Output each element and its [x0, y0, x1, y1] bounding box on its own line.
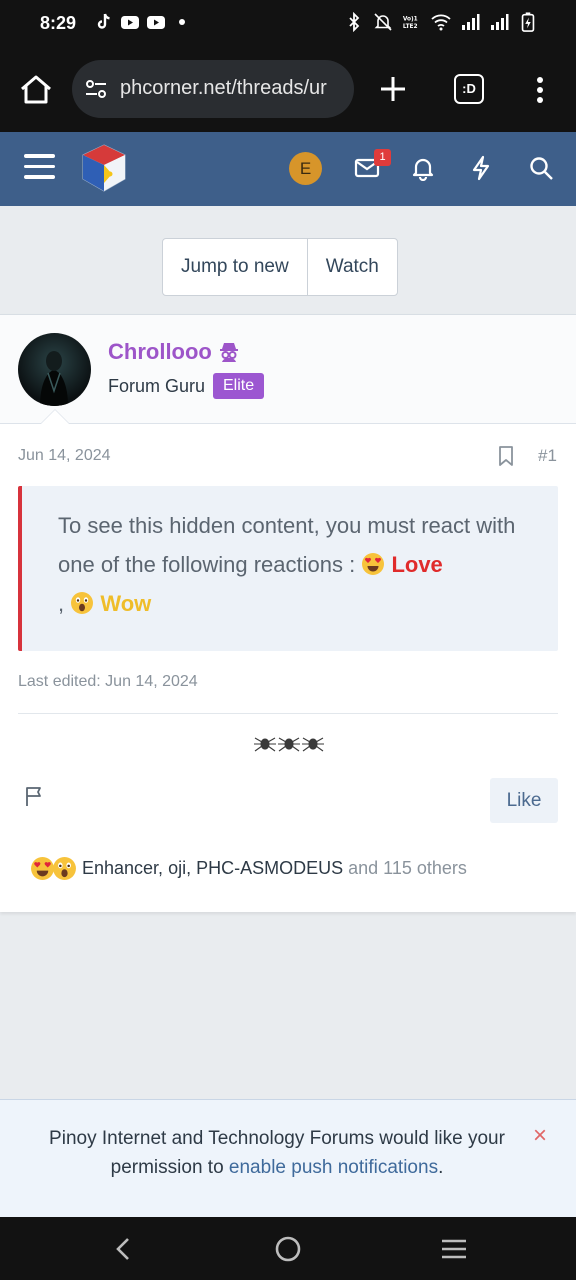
svg-text:LTE2: LTE2	[403, 24, 418, 30]
push-notification-banner: Pinoy Internet and Technology Forums wou…	[0, 1099, 576, 1217]
recents-icon[interactable]	[440, 1235, 468, 1263]
signature-divider	[18, 713, 558, 714]
back-icon[interactable]	[110, 1235, 138, 1263]
battery-charging-icon	[521, 12, 535, 32]
spiders-signature	[254, 737, 324, 752]
bookmark-icon[interactable]	[496, 445, 516, 467]
youtube-icon	[147, 16, 165, 29]
url-text[interactable]: phcorner.net/threads/ur	[120, 77, 327, 100]
bell-icon[interactable]	[410, 155, 436, 181]
lightning-icon[interactable]	[468, 155, 494, 181]
more-options-icon[interactable]	[528, 74, 552, 106]
hidden-content-notice: To see this hidden content, you must rea…	[18, 486, 558, 651]
post-date[interactable]: Jun 14, 2024	[18, 447, 111, 465]
reactions-summary[interactable]: Enhancer, oji, PHC-ASMODEUS and 115 othe…	[30, 854, 467, 882]
love-reaction-label: Love	[391, 552, 443, 577]
wow-reaction-label: Wow	[100, 591, 152, 616]
report-flag-icon[interactable]	[24, 785, 46, 807]
post-user-bar: Chrollooo Forum Guru Elite	[0, 315, 576, 424]
post: Chrollooo Forum Guru Elite Jun 14, 2024 …	[0, 314, 576, 912]
hidden-notice-text: To see this hidden content, you must rea…	[58, 513, 516, 577]
status-time: 8:29	[40, 13, 77, 33]
user-bar-arrow	[40, 409, 70, 424]
site-logo[interactable]	[78, 142, 130, 194]
poster-username[interactable]: Chrollooo	[108, 339, 240, 365]
post-number[interactable]: #1	[538, 446, 557, 466]
close-icon[interactable]: ×	[533, 1124, 547, 1148]
status-bar: 8:29 Vo)1 LTE2	[0, 0, 576, 48]
spy-icon	[220, 343, 238, 362]
wow-emoji-icon	[53, 856, 76, 880]
like-button[interactable]: Like	[490, 778, 558, 823]
address-bar[interactable]: phcorner.net/threads/ur	[72, 60, 354, 118]
love-emoji-icon	[362, 553, 385, 575]
bluetooth-icon	[349, 12, 360, 32]
menu-icon[interactable]	[24, 154, 55, 182]
reacted-others[interactable]: and 115 others	[348, 858, 467, 878]
watch-button[interactable]: Watch	[306, 239, 397, 295]
signal-icon	[491, 14, 509, 30]
svg-text:Vo)1: Vo)1	[403, 16, 418, 22]
home-nav-icon[interactable]	[274, 1235, 302, 1263]
system-nav-bar	[0, 1217, 576, 1280]
wow-emoji-icon	[71, 592, 94, 614]
push-banner-period: .	[438, 1157, 444, 1178]
reaction-emojis	[30, 856, 76, 881]
volte-icon: Vo)1 LTE2	[403, 16, 418, 30]
system-icons: Vo)1 LTE2	[344, 12, 538, 32]
dot-icon	[179, 19, 185, 25]
new-tab-icon[interactable]	[378, 72, 408, 106]
user-avatar[interactable]: E	[289, 152, 322, 185]
poster-avatar-image	[40, 351, 68, 406]
mute-icon	[374, 13, 392, 31]
notification-icons	[94, 12, 192, 32]
wifi-icon	[431, 14, 451, 31]
browser-toolbar: phcorner.net/threads/ur :D	[0, 48, 576, 132]
search-icon[interactable]	[528, 155, 554, 181]
site-settings-icon[interactable]	[84, 77, 108, 101]
thread-actions: Jump to new Watch	[162, 238, 398, 296]
inbox-badge: 1	[374, 149, 391, 166]
poster-avatar[interactable]	[18, 333, 91, 406]
reacted-users[interactable]: Enhancer, oji, PHC-ASMODEUS	[82, 858, 343, 878]
jump-to-new-button[interactable]: Jump to new	[163, 239, 307, 295]
enable-push-link[interactable]: enable push notifications	[229, 1157, 438, 1178]
tab-switcher-button[interactable]: :D	[454, 74, 484, 104]
youtube-icon	[121, 16, 139, 29]
reaction-separator: ,	[58, 591, 65, 616]
home-icon[interactable]	[18, 72, 54, 108]
push-banner-text: Pinoy Internet and Technology Forums wou…	[24, 1124, 530, 1182]
hidden-content-text: To see this hidden content, you must rea…	[58, 506, 548, 623]
poster-title: Forum Guru	[108, 376, 206, 396]
signal-icon	[462, 14, 480, 30]
elite-badge: Elite	[213, 373, 265, 399]
tiktok-icon	[97, 13, 110, 29]
last-edited: Last edited: Jun 14, 2024	[18, 673, 198, 690]
reacted-users-text[interactable]: Enhancer, oji, PHC-ASMODEUS and 115 othe…	[82, 858, 467, 879]
